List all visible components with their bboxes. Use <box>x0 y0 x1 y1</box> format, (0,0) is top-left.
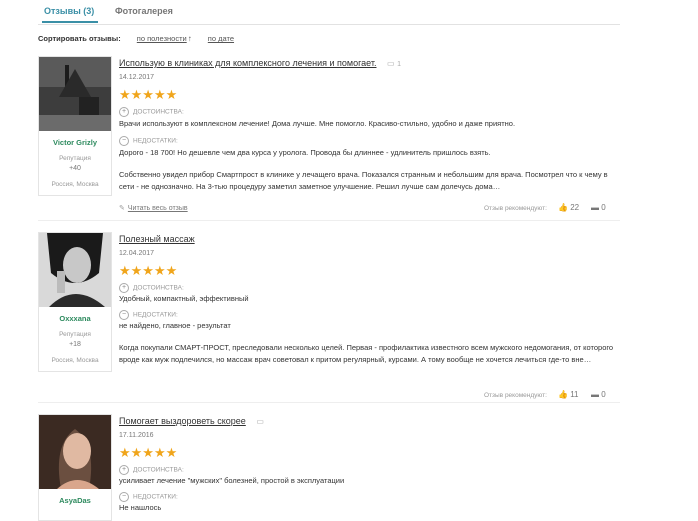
cons-text: Дорого - 18 700! Но дешевле чем два курс… <box>119 148 491 157</box>
sort-arrow-icon: ↑ <box>187 34 192 43</box>
plus-icon: + <box>119 283 129 293</box>
pencil-icon: ✎ <box>119 205 125 212</box>
comments-button[interactable]: ▬ 0 <box>591 203 606 212</box>
user-location: Россия, Москва <box>51 181 99 188</box>
review-date: 17.11.2016 <box>119 432 154 439</box>
comment-icon: ▬ <box>591 203 599 212</box>
username[interactable]: Oxxxana <box>39 314 111 323</box>
user-card: Oxxxana Репутация +18 Россия, Москва <box>38 232 112 372</box>
sort-by-date-link[interactable]: по дате <box>208 34 234 43</box>
minus-icon: − <box>119 492 129 502</box>
read-full-review-link[interactable]: ✎ Читать весь отзыв <box>119 204 188 212</box>
review-title-link[interactable]: Использую в клиниках для комплексного ле… <box>119 58 377 68</box>
minus-icon: − <box>119 136 129 146</box>
sort-bar: Сортировать отзывы: по полезности↑ по да… <box>38 34 234 43</box>
review-title-row: Помогает выздороветь скорее ▭ <box>119 416 264 426</box>
tab-reviews[interactable]: Отзывы (3) <box>42 6 99 23</box>
cons-heading: − НЕДОСТАТКИ: <box>119 492 178 502</box>
user-location: Россия, Москва <box>51 357 99 364</box>
reputation-value: +40 <box>69 165 81 172</box>
photo-count: 1 <box>397 61 401 68</box>
tab-photo-gallery[interactable]: Фотогалерея <box>115 6 173 16</box>
camera-icon: ▭ <box>387 59 395 68</box>
review-date: 12.04.2017 <box>119 250 155 257</box>
review-title-link[interactable]: Помогает выздороветь скорее <box>119 416 246 426</box>
pros-heading: + ДОСТОИНСТВА: <box>119 107 184 117</box>
rating-stars: ★★★★★ <box>119 87 178 102</box>
reputation-value: +18 <box>69 341 81 348</box>
review-tabs: Отзывы (3) Фотогалерея <box>38 0 620 25</box>
avatar[interactable] <box>39 415 111 489</box>
rating-stars: ★★★★★ <box>119 445 178 460</box>
review-title-link[interactable]: Полезный массаж <box>119 234 195 244</box>
cons-text: Не нашлось <box>119 503 162 512</box>
avatar[interactable] <box>39 233 111 307</box>
comment-icon: ▬ <box>591 390 599 399</box>
pros-heading: + ДОСТОИНСТВА: <box>119 465 184 475</box>
recommend-label: Отзыв рекомендуют: <box>484 205 547 212</box>
review-title-row: Полезный массаж <box>119 234 195 244</box>
sort-label: Сортировать отзывы: <box>38 34 121 43</box>
plus-icon: + <box>119 465 129 475</box>
thumbs-up-icon: 👍 <box>558 203 568 212</box>
username[interactable]: Victor Grizly <box>39 138 111 147</box>
user-card: AsyaDas <box>38 414 112 521</box>
pros-text: усиливает лечение "мужских" болезней, пр… <box>119 476 345 485</box>
reputation-label: Репутация <box>59 331 91 338</box>
pros-text: Удобный, компактный, эффективный <box>119 294 249 303</box>
user-card: Victor Grizly Репутация +40 Россия, Моск… <box>38 56 112 196</box>
avatar[interactable] <box>39 57 111 131</box>
rating-stars: ★★★★★ <box>119 263 178 278</box>
review-item: Victor Grizly Репутация +40 Россия, Моск… <box>38 56 620 221</box>
pros-heading: + ДОСТОИНСТВА: <box>119 283 184 293</box>
review-date: 14.12.2017 <box>119 74 155 81</box>
review-title-row: Использую в клиниках для комплексного ле… <box>119 58 401 68</box>
likes-button[interactable]: 👍 11 <box>558 390 579 399</box>
cons-heading: − НЕДОСТАТКИ: <box>119 136 178 146</box>
comments-button[interactable]: ▬ 0 <box>591 390 606 399</box>
recommend-label: Отзыв рекомендуют: <box>484 392 547 399</box>
cons-heading: − НЕДОСТАТКИ: <box>119 310 178 320</box>
plus-icon: + <box>119 107 129 117</box>
review-body: Собственно увидел прибор Смартпрост в кл… <box>119 170 608 191</box>
reputation-label: Репутация <box>59 155 91 162</box>
minus-icon: − <box>119 310 129 320</box>
likes-button[interactable]: 👍 22 <box>558 203 579 212</box>
cons-text: не найдено, главное - результат <box>119 321 231 330</box>
thumbs-up-icon: 👍 <box>558 390 568 399</box>
sort-by-usefulness-link[interactable]: по полезности <box>137 34 187 43</box>
username[interactable]: AsyaDas <box>39 496 111 505</box>
review-item: AsyaDas Помогает выздороветь скорее ▭ 17… <box>38 414 620 521</box>
review-body: Когда покупали СМАРТ-ПРОСТ, преследовали… <box>119 343 614 364</box>
camera-icon: ▭ <box>256 417 264 426</box>
pros-text: Врачи используют в комплексном лечение! … <box>119 119 516 128</box>
review-item: Oxxxana Репутация +18 Россия, Москва Пол… <box>38 232 620 403</box>
